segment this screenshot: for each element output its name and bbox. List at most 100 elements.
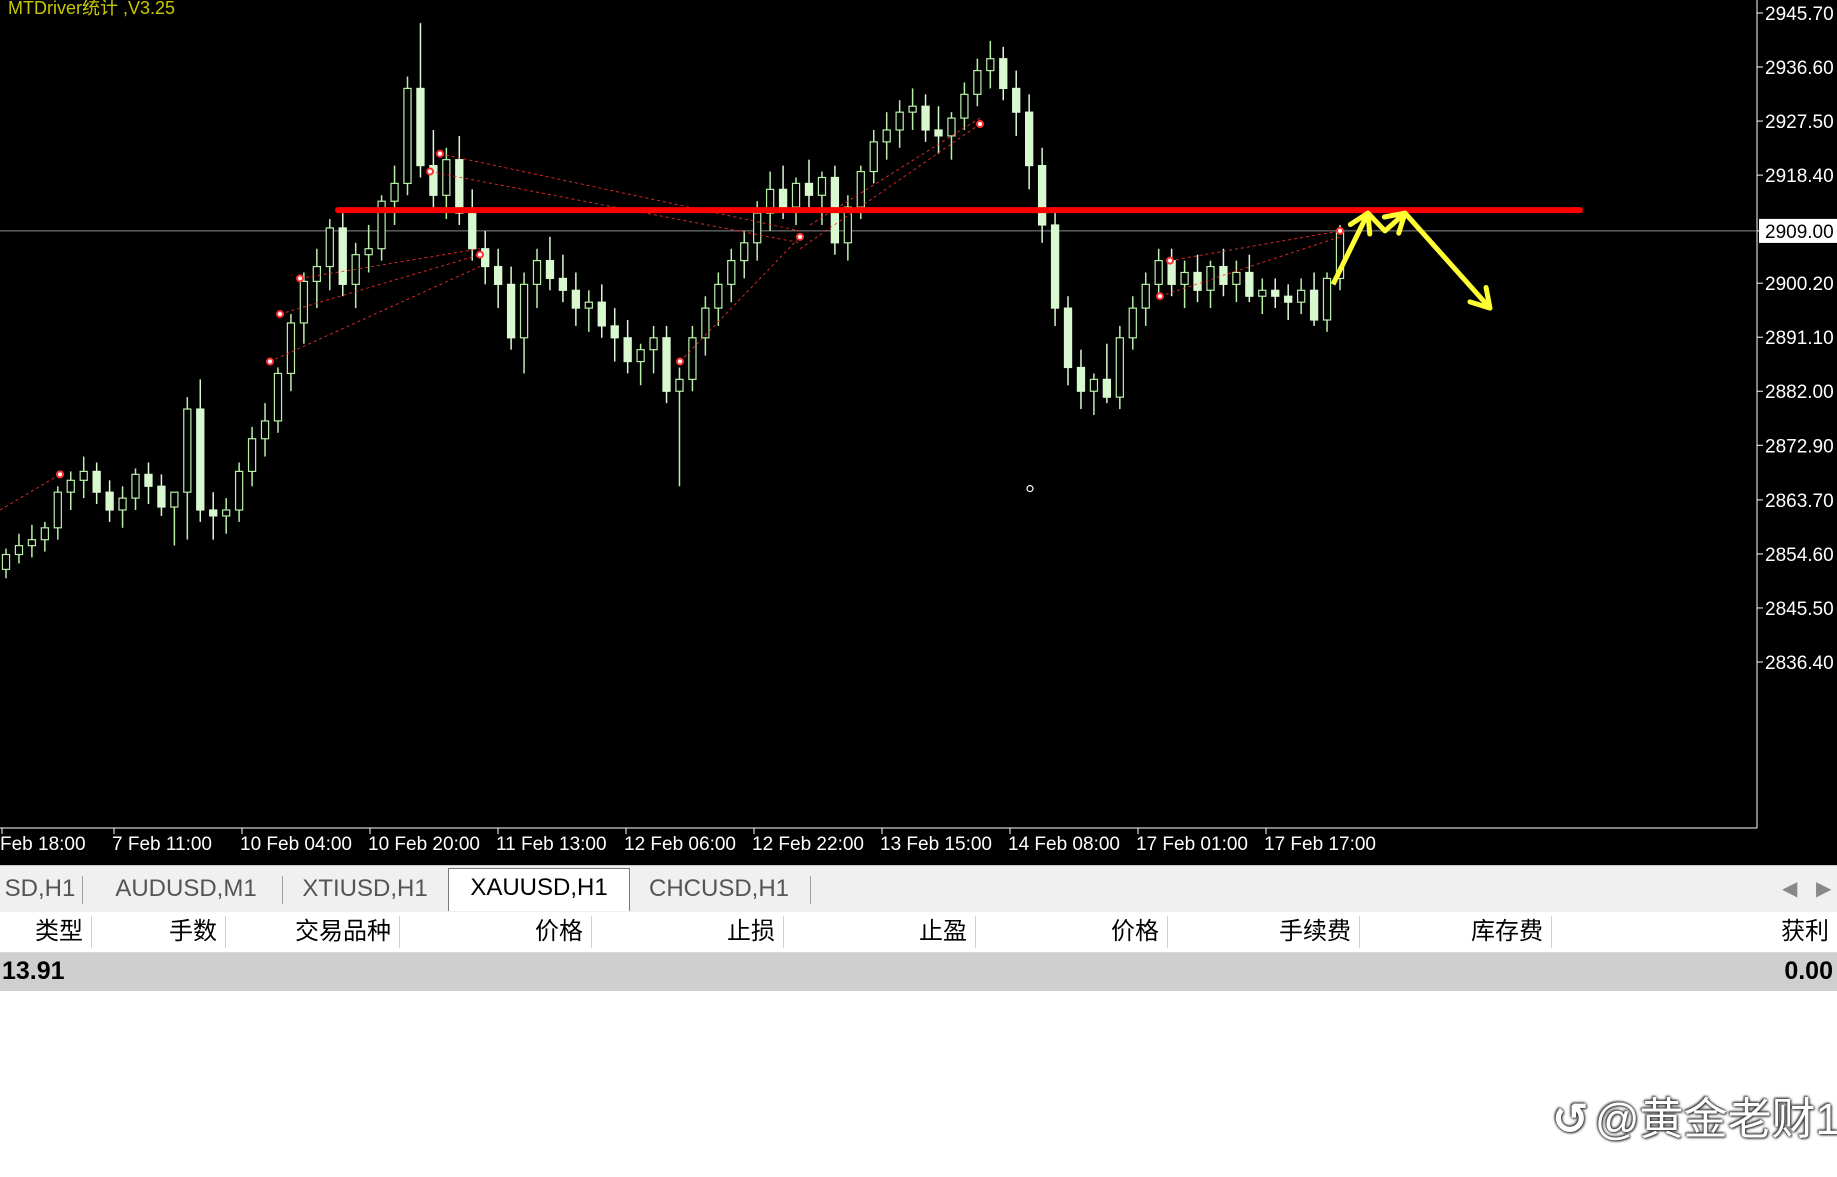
- bull-candle-body: [908, 105, 917, 113]
- time-tick-label: 10 Feb 04:00: [240, 834, 352, 855]
- bear-candle-body: [1076, 366, 1086, 392]
- trade-history-line: [679, 236, 801, 362]
- current-price-label: 2909.00: [1765, 222, 1834, 243]
- bull-candle-body: [1141, 283, 1150, 309]
- tab-xtiusd-h1[interactable]: XTIUSD,H1: [290, 870, 440, 908]
- bull-candle-body: [1258, 289, 1267, 297]
- bull-candle-body: [222, 509, 231, 517]
- tab-scroll-left-icon[interactable]: ◀: [1782, 876, 1797, 901]
- bull-candle-body: [27, 539, 37, 547]
- trade-marker: [266, 357, 274, 366]
- bull-candle-body: [1128, 307, 1137, 339]
- tab-scroll-right-icon[interactable]: ▶: [1816, 876, 1831, 901]
- trade-marker: [1156, 292, 1164, 301]
- bull-candle-body: [740, 242, 749, 262]
- bull-candle-body: [79, 470, 88, 481]
- bear-candle-body: [610, 325, 619, 339]
- bull-candle-body: [170, 491, 179, 508]
- time-tick-label: Feb 18:00: [0, 834, 86, 855]
- bear-candle-body: [144, 473, 153, 487]
- column-header-open-price[interactable]: 价格: [400, 916, 592, 948]
- bull-candle-body: [40, 527, 50, 541]
- bull-candle-body: [1154, 260, 1163, 285]
- trade-marker: [796, 232, 804, 241]
- bear-candle-body: [468, 212, 477, 250]
- bear-candle-body: [209, 509, 218, 517]
- bear-candle-body: [597, 301, 606, 327]
- trade-marker: [426, 167, 434, 176]
- trade-history-line: [799, 123, 981, 250]
- column-header-commission[interactable]: 手续费: [1168, 916, 1360, 948]
- bull-candle-body: [286, 322, 296, 375]
- tab-separator: [282, 876, 283, 904]
- column-header-volume[interactable]: 手数: [92, 916, 226, 948]
- tab-xauusd-h1[interactable]: XAUUSD,H1: [448, 868, 630, 911]
- bear-candle-body: [1050, 224, 1060, 309]
- price-tick-label: 2836.40: [1765, 653, 1834, 674]
- bull-candle-body: [714, 283, 723, 309]
- bull-candle-body: [66, 479, 75, 493]
- bear-candle-body: [1271, 289, 1280, 297]
- bear-candle-body: [1284, 295, 1293, 303]
- bull-candle-body: [364, 248, 373, 256]
- bull-candle-body: [312, 265, 321, 282]
- bull-candle-body: [53, 491, 62, 529]
- trade-table-header: 类型 手数 交易品种 价格 止损 止盈 价格 手续费 库存费 获利: [0, 912, 1837, 953]
- bear-candle-body: [804, 182, 814, 196]
- price-tick-label: 2936.60: [1765, 58, 1834, 79]
- column-header-profit[interactable]: 获利: [1552, 916, 1837, 948]
- bull-candle-body: [118, 497, 127, 511]
- bull-candle-body: [584, 301, 593, 309]
- time-tick-label: 13 Feb 15:00: [880, 834, 992, 855]
- bull-candle-body: [791, 182, 801, 208]
- bull-candle-body: [882, 129, 891, 143]
- tab-sd-h1[interactable]: SD,H1: [0, 870, 80, 908]
- weibo-watermark: ↺ @黄金老财1: [1552, 1083, 1837, 1147]
- bull-candle-body: [14, 545, 24, 556]
- bull-candle-body: [675, 378, 684, 392]
- bull-candle-body: [973, 69, 982, 95]
- column-header-symbol[interactable]: 交易品种: [226, 916, 400, 948]
- price-tick-label: 2900.20: [1765, 274, 1834, 295]
- bear-candle-body: [999, 58, 1008, 90]
- column-header-type[interactable]: 类型: [0, 916, 92, 948]
- total-profit-value: 0.00: [1784, 957, 1833, 985]
- time-tick-label: 17 Feb 01:00: [1136, 834, 1248, 855]
- time-tick-label: 10 Feb 20:00: [368, 834, 480, 855]
- bull-candle-body: [727, 260, 736, 285]
- bull-candle-body: [869, 141, 878, 173]
- column-header-swap[interactable]: 库存费: [1360, 916, 1552, 948]
- price-tick-label: 2882.00: [1765, 382, 1834, 403]
- bull-candle-body: [895, 111, 904, 131]
- balance-summary-row[interactable]: 13.91 0.00: [0, 953, 1837, 991]
- bear-candle-body: [662, 337, 671, 392]
- trade-marker: [276, 310, 284, 319]
- bull-candle-body: [273, 372, 283, 422]
- price-tick-label: 2927.50: [1765, 112, 1834, 133]
- forecast-path: [1330, 210, 1492, 310]
- tab-chcusd-h1[interactable]: CHCUSD,H1: [636, 870, 802, 908]
- bear-candle-body: [558, 277, 568, 291]
- bear-candle-body: [157, 485, 166, 508]
- time-tick-label: 14 Feb 08:00: [1008, 834, 1120, 855]
- column-header-current-price[interactable]: 价格: [976, 916, 1168, 948]
- price-tick-label: 2863.70: [1765, 491, 1834, 512]
- chart-tabs-bar: SD,H1 AUDUSD,M1 XTIUSD,H1 XAUUSD,H1 CHCU…: [0, 865, 1837, 913]
- bull-candle-body: [234, 470, 244, 511]
- bull-candle-body: [131, 473, 140, 499]
- candlestick-chart-svg[interactable]: 2945.70 2936.60 2927.50 2918.40 2909.00 2900.…: [0, 0, 1837, 865]
- column-header-stop-loss[interactable]: 止损: [592, 916, 784, 948]
- bear-candle-body: [481, 248, 490, 268]
- trade-marker: [436, 149, 444, 158]
- price-tick-label: 2872.90: [1765, 436, 1834, 457]
- trade-history-line: [439, 153, 801, 232]
- bear-candle-body: [493, 265, 503, 285]
- trade-history-line: [279, 254, 481, 315]
- price-chart[interactable]: 2945.70 2936.60 2927.50 2918.40 2909.00 2900.…: [0, 0, 1837, 865]
- bear-candle-body: [1245, 271, 1254, 297]
- trade-marker: [56, 470, 64, 479]
- tab-audusd-m1[interactable]: AUDUSD,M1: [96, 870, 276, 908]
- bull-candle-body: [1232, 271, 1241, 285]
- bear-candle-body: [778, 188, 788, 208]
- column-header-take-profit[interactable]: 止盈: [784, 916, 976, 948]
